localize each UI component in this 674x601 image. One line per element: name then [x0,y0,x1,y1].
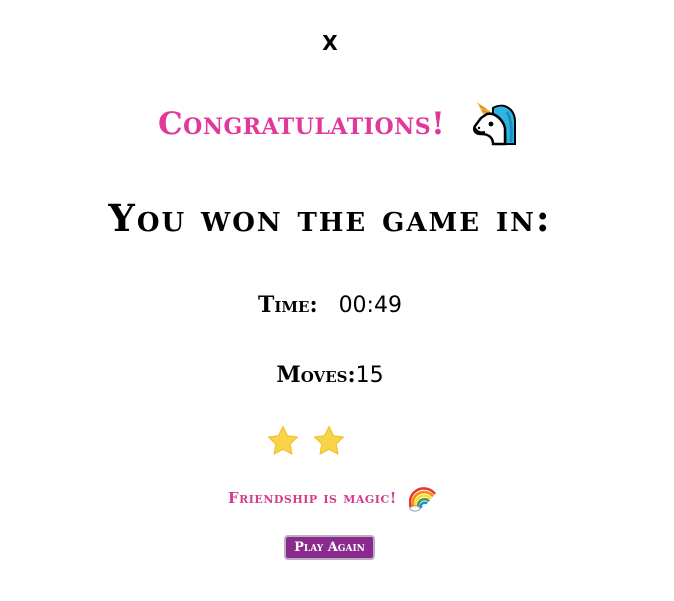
unicorn-icon [473,102,517,146]
congratulations-modal: X Congratulations! You won the game in: … [0,0,674,601]
magic-message: Friendship is magic! [228,484,437,512]
time-label: Time: [258,292,318,318]
play-again-button[interactable]: Play Again [284,535,375,560]
moves-stat: Moves:15 [0,362,660,388]
won-heading: You won the game in: [108,196,552,240]
rainbow-icon [408,487,436,512]
congrats-header: Congratulations! [158,96,519,152]
moves-value: 15 [355,363,384,388]
star-icon [267,425,299,455]
time-stat: Time: 00:49 [0,292,660,318]
moves-label: Moves: [276,362,356,388]
star-icon [313,425,345,455]
congrats-text: Congratulations! [158,106,446,142]
star-rating [266,424,346,458]
close-button[interactable]: X [318,30,342,56]
time-value: 00:49 [338,293,402,318]
magic-text: Friendship is magic! [228,489,397,507]
